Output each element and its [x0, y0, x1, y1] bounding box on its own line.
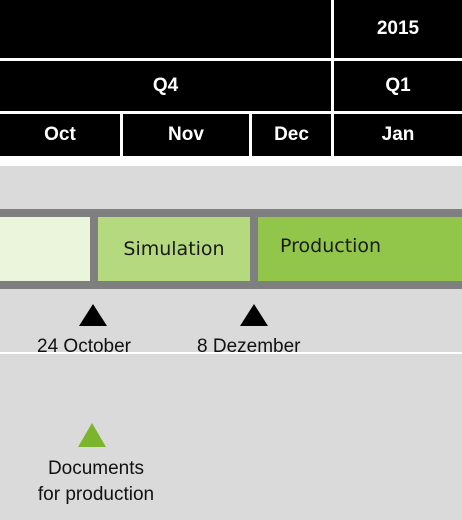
- milestone-label-8-dezember: 8 Dezember: [197, 336, 301, 357]
- milestone-triangle-icon: [79, 304, 107, 326]
- phase-simulation: Simulation: [98, 217, 250, 281]
- deliverable-label-line1: Documents: [47, 458, 145, 479]
- header-quarter-q1: Q1: [334, 61, 462, 111]
- header-year-2015: 2015: [334, 0, 462, 58]
- milestone-label-24-october: 24 October: [37, 336, 131, 357]
- deliverable-label: Documents for production: [20, 456, 172, 508]
- header-month-jan: Jan: [334, 114, 462, 156]
- deliverable-triangle-icon: [78, 423, 106, 447]
- header-quarter-q4: Q4: [0, 61, 331, 111]
- milestone-triangle-icon: [240, 304, 268, 326]
- header-month-oct: Oct: [0, 114, 120, 156]
- deliverable-label-line2: for production: [37, 484, 155, 505]
- header-month-dec: Dec: [252, 114, 331, 156]
- header-year-blank: [0, 0, 331, 58]
- phase-production: Production: [258, 217, 462, 281]
- phase-early: [0, 217, 90, 281]
- header-month-nov: Nov: [123, 114, 249, 156]
